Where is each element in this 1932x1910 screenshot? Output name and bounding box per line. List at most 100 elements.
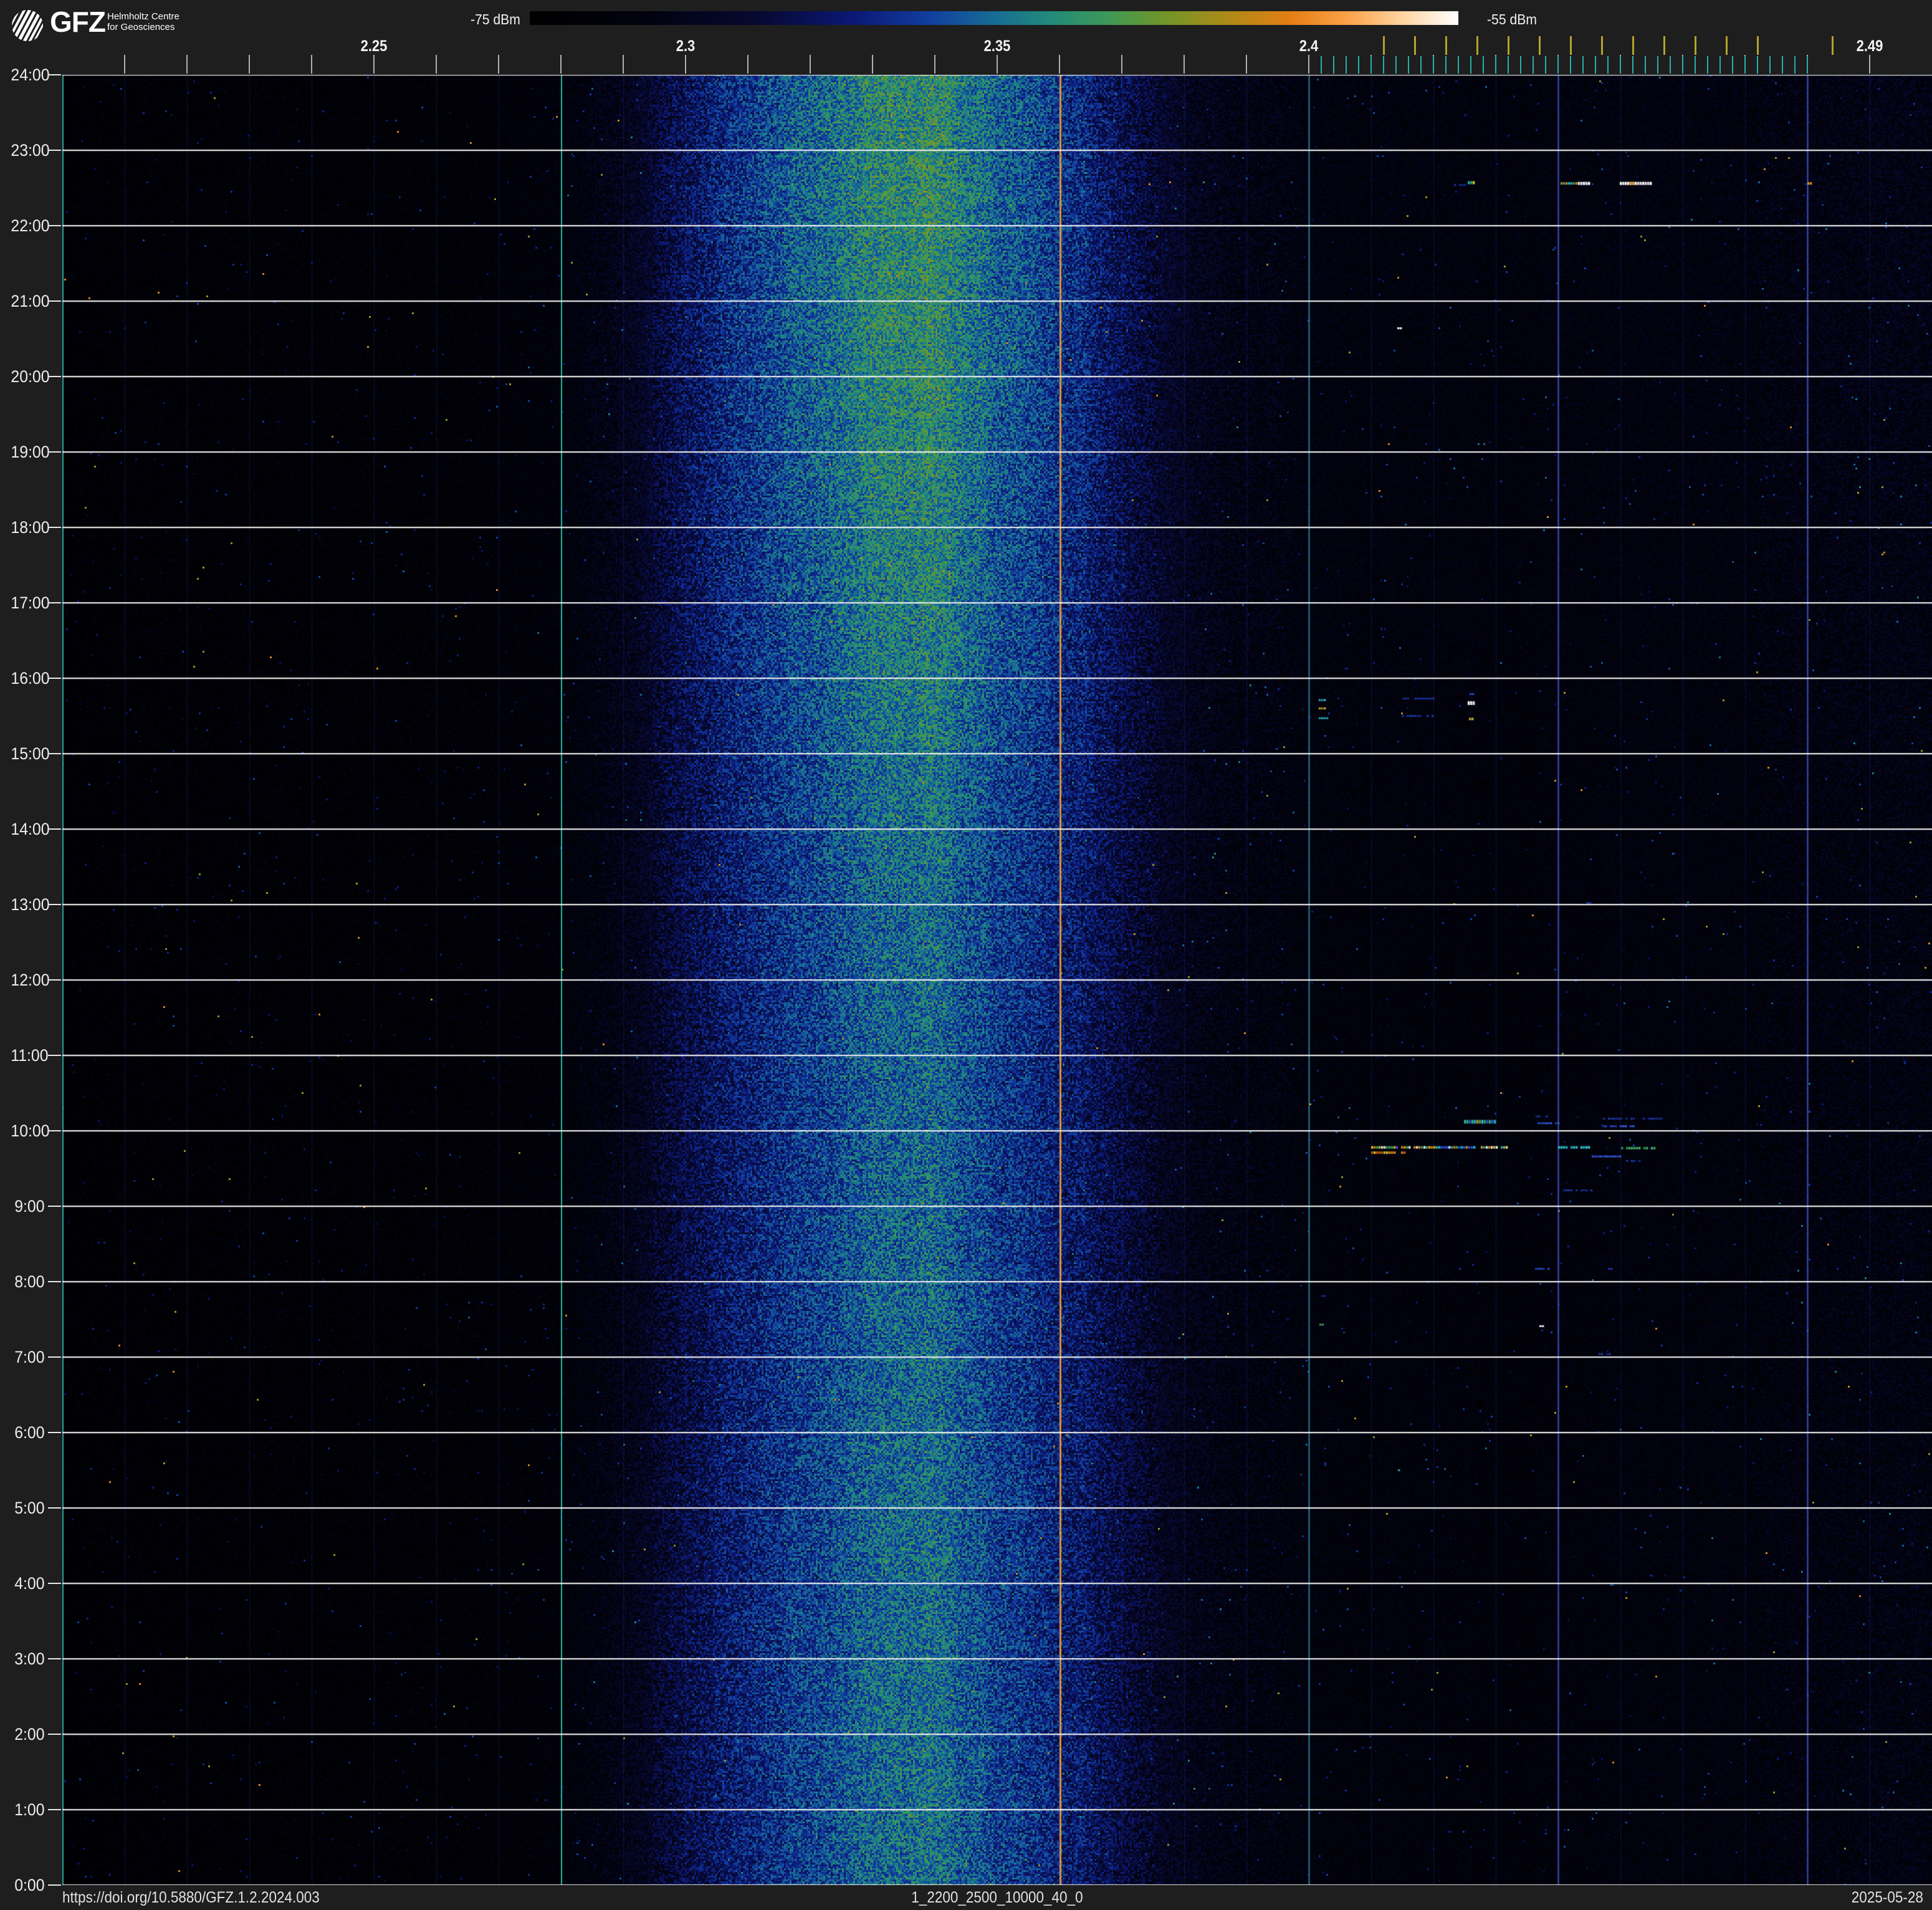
wifi-channel-tick bbox=[1538, 36, 1541, 55]
ble-channel-tick bbox=[1757, 56, 1758, 74]
hour-tick bbox=[48, 1055, 61, 1056]
ble-channel-tick bbox=[1570, 56, 1571, 74]
ble-channel-tick bbox=[1595, 56, 1596, 74]
hour-label: 20:00 bbox=[11, 367, 50, 386]
freq-minor-tick bbox=[997, 55, 998, 74]
hour-tick bbox=[48, 1432, 61, 1433]
hour-tick bbox=[48, 74, 61, 75]
freq-minor-tick bbox=[186, 55, 188, 74]
dataset-id: 1_2200_2500_10000_40_0 bbox=[911, 1889, 1083, 1906]
hour-tick bbox=[48, 225, 61, 226]
freq-minor-tick bbox=[1184, 55, 1185, 74]
hour-label: 4:00 bbox=[14, 1574, 45, 1593]
wifi-channel-tick bbox=[1413, 36, 1416, 55]
hour-label: 7:00 bbox=[14, 1348, 45, 1366]
hour-label: 14:00 bbox=[11, 820, 50, 838]
ble-channel-tick bbox=[1458, 56, 1459, 74]
hour-tick bbox=[48, 828, 61, 830]
wifi-channel-tick bbox=[1569, 36, 1572, 55]
ble-channel-tick bbox=[1645, 56, 1646, 74]
hour-label: 5:00 bbox=[14, 1499, 45, 1517]
hour-label: 19:00 bbox=[11, 443, 50, 461]
ble-channel-tick bbox=[1695, 56, 1696, 74]
ble-channel-tick bbox=[1732, 56, 1733, 74]
hour-tick bbox=[48, 150, 61, 151]
freq-minor-tick bbox=[436, 55, 437, 74]
colorbar-gradient bbox=[530, 11, 1458, 25]
ble-channel-tick bbox=[1707, 56, 1708, 74]
wifi-channel-tick bbox=[1632, 36, 1634, 55]
ble-channel-tick bbox=[1370, 56, 1372, 74]
freq-minor-tick bbox=[1308, 55, 1309, 74]
hour-label: 16:00 bbox=[11, 669, 50, 688]
ble-channel-tick bbox=[1433, 56, 1434, 74]
hour-tick bbox=[48, 1658, 61, 1659]
wifi-channel-tick bbox=[1663, 36, 1665, 55]
ble-channel-tick bbox=[1395, 56, 1397, 74]
hour-label: 21:00 bbox=[11, 292, 50, 310]
freq-minor-tick bbox=[249, 55, 250, 74]
wifi-channel-tick bbox=[1507, 36, 1509, 55]
hour-label: 3:00 bbox=[14, 1649, 45, 1668]
ble-channel-tick bbox=[1420, 56, 1422, 74]
hour-label: 17:00 bbox=[11, 593, 50, 612]
hour-tick bbox=[48, 979, 61, 981]
report-date: 2025-05-28 bbox=[1851, 1889, 1923, 1906]
ble-channel-tick bbox=[1620, 56, 1621, 74]
ble-channel-tick bbox=[1495, 56, 1496, 74]
ble-channel-tick bbox=[1520, 56, 1521, 74]
hour-label: 11:00 bbox=[11, 1046, 49, 1065]
wifi-channel-tick bbox=[1756, 36, 1759, 55]
freq-minor-tick bbox=[623, 55, 624, 74]
freq-minor-tick bbox=[560, 55, 562, 74]
ble-channel-tick bbox=[1333, 56, 1334, 74]
freq-minor-tick bbox=[124, 55, 125, 74]
freq-minor-tick bbox=[747, 55, 748, 74]
hour-label: 12:00 bbox=[11, 971, 50, 989]
freq-minor-tick bbox=[1869, 55, 1870, 74]
hour-tick bbox=[48, 527, 61, 528]
freq-axis-label: 2.35 bbox=[983, 37, 1011, 55]
ble-channel-tick bbox=[1483, 56, 1484, 74]
ble-channel-tick bbox=[1358, 56, 1359, 74]
hour-label: 2:00 bbox=[14, 1725, 45, 1744]
freq-minor-tick bbox=[1246, 55, 1247, 74]
wifi-channel-tick bbox=[1694, 36, 1696, 55]
hour-label: 24:00 bbox=[11, 65, 50, 84]
hour-tick bbox=[48, 1884, 61, 1886]
wifi-channel-tick bbox=[1382, 36, 1385, 55]
ble-channel-tick bbox=[1508, 56, 1509, 74]
colorbar: -75 dBm -55 dBm bbox=[0, 0, 1932, 37]
hour-tick bbox=[48, 678, 61, 679]
ble-channel-tick bbox=[1346, 56, 1347, 74]
hour-tick bbox=[48, 602, 61, 603]
ble-channel-tick bbox=[1545, 56, 1546, 74]
freq-minor-tick bbox=[1121, 55, 1122, 74]
ble-channel-tick bbox=[1807, 56, 1808, 74]
freq-axis-label: 2.4 bbox=[1299, 37, 1319, 55]
freq-axis-label: 2.49 bbox=[1856, 37, 1883, 55]
spectrogram-report-page: GFZ Helmholtz Centre for Geosciences -75… bbox=[0, 0, 1932, 1910]
ble-channel-tick bbox=[1670, 56, 1671, 74]
ble-channel-tick bbox=[1445, 56, 1447, 74]
hour-label: 22:00 bbox=[11, 216, 50, 235]
hour-label: 1:00 bbox=[14, 1800, 45, 1819]
hour-tick bbox=[48, 1356, 61, 1358]
freq-minor-tick bbox=[373, 55, 375, 74]
ble-channel-tick bbox=[1782, 56, 1783, 74]
ble-channel-tick bbox=[1719, 56, 1721, 74]
hour-tick bbox=[48, 904, 61, 905]
hour-tick bbox=[48, 1583, 61, 1584]
freq-minor-tick bbox=[685, 55, 686, 74]
footer: https://doi.org/10.5880/GFZ.1.2.2024.003… bbox=[0, 1888, 1932, 1910]
wifi-channel-tick bbox=[1831, 36, 1834, 55]
hour-label: 10:00 bbox=[11, 1121, 50, 1140]
freq-axis-label: 2.3 bbox=[676, 37, 696, 55]
ble-channel-tick bbox=[1682, 56, 1683, 74]
hour-tick bbox=[48, 1734, 61, 1735]
hour-tick bbox=[48, 1130, 61, 1131]
freq-minor-tick bbox=[311, 55, 312, 74]
freq-minor-tick bbox=[810, 55, 811, 74]
ble-channel-tick bbox=[1657, 56, 1658, 74]
ble-channel-tick bbox=[1470, 56, 1471, 74]
